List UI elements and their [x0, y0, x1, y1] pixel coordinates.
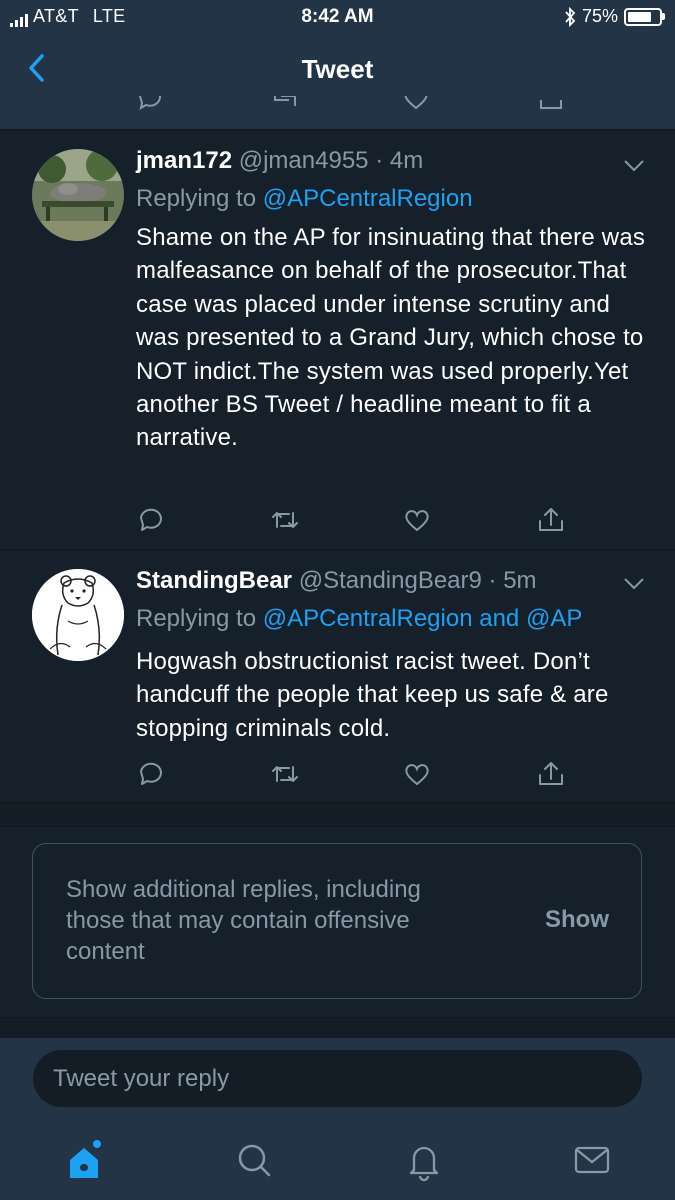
chevron-down-icon[interactable]: [623, 159, 645, 173]
avatar-garden-statue-image: [32, 149, 124, 241]
like-heart-icon[interactable]: [402, 759, 432, 789]
reply-icon[interactable]: [136, 759, 166, 789]
separator-dot: ·: [375, 147, 384, 174]
navigation-bar: Tweet: [0, 40, 675, 96]
display-name[interactable]: StandingBear: [136, 567, 292, 594]
battery-percent: 75%: [581, 6, 618, 26]
mention-link[interactable]: @APCentralRegion: [263, 605, 473, 632]
previous-tweet-actions: [0, 96, 675, 112]
chevron-down-icon[interactable]: [623, 577, 645, 591]
share-icon[interactable]: [537, 96, 565, 112]
tweet-header: StandingBear @StandingBear9 · 5m: [136, 567, 537, 595]
notifications-bell-icon[interactable]: [404, 1138, 444, 1182]
tweet-actions: [136, 759, 566, 789]
reply-tweet[interactable]: StandingBear @StandingBear9 · 5m Replyin…: [0, 551, 675, 803]
like-heart-icon[interactable]: [402, 505, 432, 535]
additional-replies-notice: Show additional replies, including those…: [32, 843, 642, 999]
battery-level-fill: [628, 11, 651, 22]
tweet-text: Hogwash obstructionist racist tweet. Don…: [136, 648, 609, 742]
tweet-text: Shame on the AP for insinuating that the…: [136, 224, 646, 452]
bottom-bar: [0, 1038, 675, 1200]
battery-nub: [662, 13, 665, 20]
reply-icon[interactable]: [136, 505, 166, 535]
tweet-header: jman172 @jman4955 · 4m: [136, 147, 423, 175]
retweet-icon[interactable]: [270, 505, 300, 535]
page-title: Tweet: [301, 54, 374, 84]
reply-tweet[interactable]: jman172 @jman4955 · 4m Replying to @APCe…: [0, 131, 675, 550]
tab-bar: [0, 1138, 675, 1200]
display-name[interactable]: jman172: [136, 147, 232, 174]
top-header: AT&T LTE 8:42 AM 75% Tweet: [0, 0, 675, 130]
mention-link[interactable]: @APCentralRegion: [263, 185, 473, 212]
replying-to-label: Replying to: [136, 605, 257, 632]
additional-replies-section: Show additional replies, including those…: [0, 826, 675, 1018]
reply-icon[interactable]: [136, 96, 164, 112]
avatar[interactable]: [32, 569, 124, 661]
tweet-time: 4m: [389, 147, 424, 174]
replying-to-label: Replying to: [136, 185, 257, 212]
separator-dot: ·: [488, 567, 497, 594]
reply-input[interactable]: [33, 1050, 642, 1107]
tweet-time: 5m: [503, 567, 537, 594]
messages-envelope-icon[interactable]: [572, 1138, 612, 1182]
mention-link[interactable]: @AP: [526, 605, 582, 632]
show-button[interactable]: Show: [545, 906, 609, 934]
share-icon[interactable]: [536, 759, 566, 789]
mention-joiner: and: [479, 605, 520, 632]
replying-to: Replying to @APCentralRegion: [136, 185, 473, 213]
search-icon[interactable]: [234, 1138, 274, 1182]
retweet-icon[interactable]: [271, 96, 299, 112]
status-bar: AT&T LTE 8:42 AM 75%: [0, 0, 675, 36]
additional-replies-text: Show additional replies, including those…: [66, 876, 421, 965]
battery-status: 75%: [564, 6, 665, 27]
battery-icon: [624, 7, 662, 26]
home-icon[interactable]: [64, 1138, 104, 1182]
like-heart-icon[interactable]: [402, 96, 430, 112]
avatar-bear-drawing-image: [32, 569, 124, 661]
avatar[interactable]: [32, 149, 124, 241]
user-handle: @jman4955: [238, 147, 369, 174]
bluetooth-icon: [565, 6, 576, 27]
user-handle: @StandingBear9: [298, 567, 482, 594]
tweet-actions: [136, 505, 566, 535]
retweet-icon[interactable]: [270, 759, 300, 789]
share-icon[interactable]: [536, 505, 566, 535]
replying-to: Replying to @APCentralRegion and @AP: [136, 605, 582, 633]
